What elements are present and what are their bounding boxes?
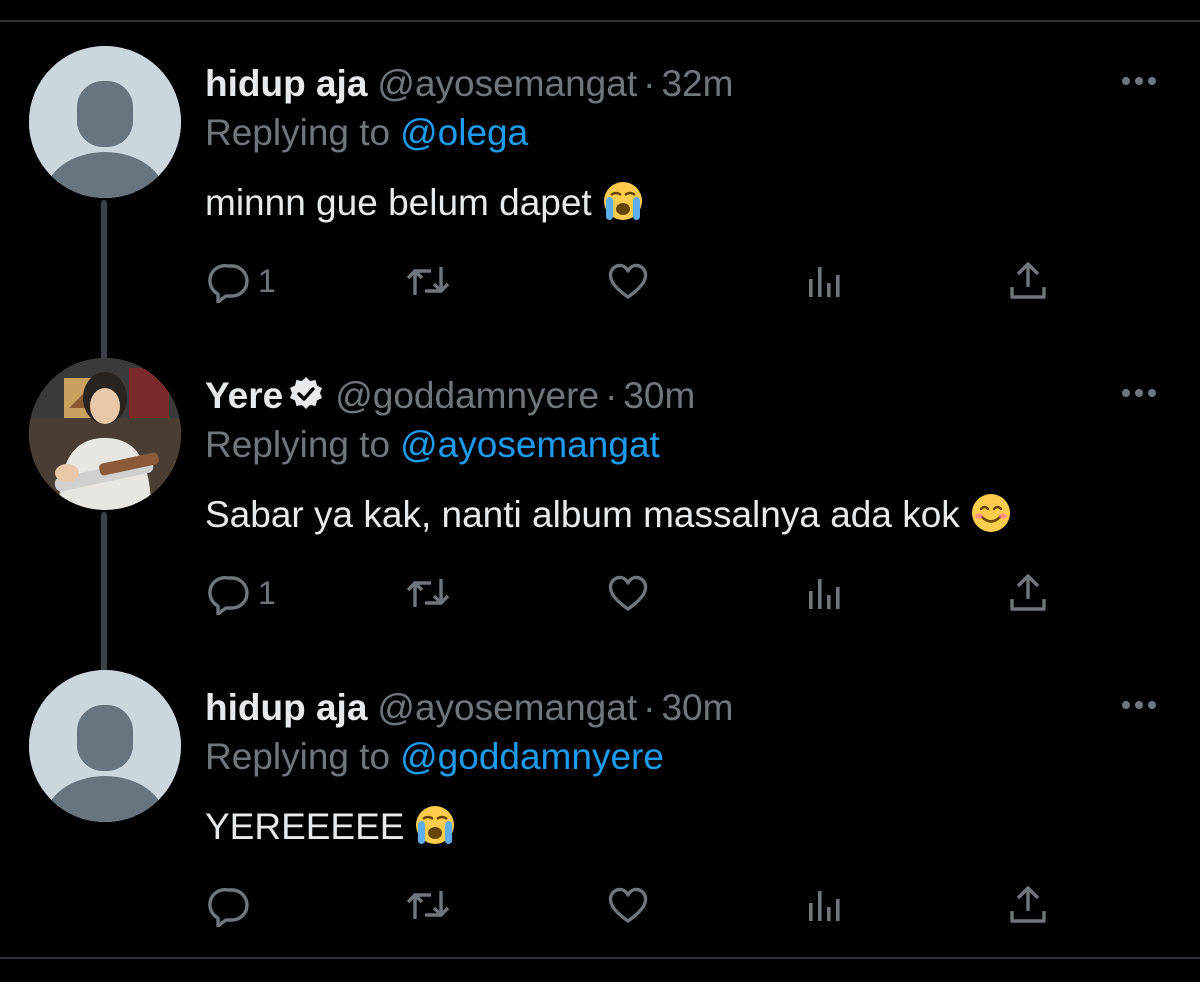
- default-avatar-icon: [29, 670, 181, 822]
- retweet-icon: [406, 891, 450, 919]
- verified-badge-icon: [287, 375, 325, 424]
- replying-to-label: Replying to: [205, 424, 391, 465]
- tweet-header: hidup aja @ayosemangat · 32m: [205, 61, 733, 107]
- heart-icon: [608, 887, 648, 923]
- bottom-divider: [0, 957, 1200, 959]
- tweet-text-content: YEREEEEE: [205, 806, 405, 847]
- more-dots-icon[interactable]: [1118, 68, 1160, 94]
- replying-to-handle[interactable]: @goddamnyere: [400, 736, 664, 777]
- share-upload-icon: [1010, 262, 1046, 299]
- tweet-text: Sabar ya kak, nanti album massalnya ada …: [205, 492, 1012, 545]
- retweet-icon: [406, 579, 450, 607]
- retweet-icon: [406, 267, 450, 295]
- views-button[interactable]: [806, 568, 846, 618]
- more-dots-icon[interactable]: [1118, 692, 1160, 718]
- views-button[interactable]: [806, 880, 846, 930]
- tweet-actions: [0, 880, 1200, 930]
- like-button[interactable]: [606, 880, 650, 930]
- loudly-crying-face-icon: [602, 180, 644, 233]
- replying-to-handle[interactable]: @ayosemangat: [400, 424, 660, 465]
- separator-dot: ·: [643, 687, 656, 728]
- tweet-actions: 1: [0, 568, 1200, 618]
- avatar-default[interactable]: [29, 46, 181, 198]
- default-avatar-icon: [29, 46, 181, 198]
- retweet-button[interactable]: [404, 880, 452, 930]
- top-divider: [0, 20, 1200, 22]
- display-name[interactable]: Yere: [205, 375, 283, 416]
- reply-button[interactable]: 1: [208, 256, 276, 306]
- reply-button[interactable]: [208, 880, 258, 930]
- user-handle[interactable]: @ayosemangat: [377, 63, 637, 104]
- replying-to-label: Replying to: [205, 736, 391, 777]
- share-button[interactable]: [1006, 880, 1050, 930]
- reply-bubble-icon: [208, 887, 249, 927]
- views-button[interactable]: [806, 256, 846, 306]
- reply-button[interactable]: 1: [208, 568, 276, 618]
- separator-dot: ·: [605, 375, 618, 416]
- tweet-actions: 1: [0, 256, 1200, 306]
- views-bar-chart-icon: [809, 579, 840, 609]
- timestamp[interactable]: 30m: [661, 687, 733, 728]
- avatar-photo[interactable]: [29, 358, 181, 510]
- share-upload-icon: [1010, 574, 1046, 611]
- views-bar-chart-icon: [809, 891, 840, 921]
- display-name[interactable]: hidup aja: [205, 63, 367, 104]
- replying-to-handle[interactable]: @olega: [400, 112, 528, 153]
- replying-to-line: Replying to @goddamnyere: [205, 734, 664, 780]
- views-bar-chart-icon: [809, 267, 840, 297]
- replying-to-label: Replying to: [205, 112, 391, 153]
- timestamp[interactable]: 30m: [623, 375, 695, 416]
- share-button[interactable]: [1006, 256, 1050, 306]
- share-button[interactable]: [1006, 568, 1050, 618]
- reply-bubble-icon: [208, 575, 249, 615]
- reply-count: 1: [258, 263, 276, 299]
- retweet-button[interactable]: [404, 568, 452, 618]
- user-handle[interactable]: @ayosemangat: [377, 687, 637, 728]
- tweet-header: hidup aja @ayosemangat · 30m: [205, 685, 733, 731]
- tweet-text: YEREEEEE: [205, 804, 456, 857]
- reply-bubble-icon: [208, 263, 249, 303]
- heart-icon: [608, 263, 648, 299]
- retweet-button[interactable]: [404, 256, 452, 306]
- heart-icon: [608, 575, 648, 611]
- replying-to-line: Replying to @ayosemangat: [205, 422, 660, 468]
- loudly-crying-face-icon: [414, 804, 456, 857]
- photo-avatar-icon: [29, 358, 181, 510]
- display-name[interactable]: hidup aja: [205, 687, 367, 728]
- tweet-header: Yere @goddamnyere · 30m: [205, 373, 695, 424]
- tweet-text-content: Sabar ya kak, nanti album massalnya ada …: [205, 494, 960, 535]
- separator-dot: ·: [643, 63, 656, 104]
- smiling-face-icon: [970, 492, 1012, 545]
- more-dots-icon[interactable]: [1118, 380, 1160, 406]
- tweet[interactable]: hidup aja @ayosemangat · 30m Replying to @go…: [0, 670, 1200, 982]
- timestamp[interactable]: 32m: [661, 63, 733, 104]
- reply-count: 1: [258, 575, 276, 611]
- avatar-default[interactable]: [29, 670, 181, 822]
- tweet-text-content: minnn gue belum dapet: [205, 182, 592, 223]
- tweet[interactable]: Yere @goddamnyere · 30m Replying to @ayosem…: [0, 358, 1200, 670]
- tweet-text: minnn gue belum dapet: [205, 180, 644, 233]
- like-button[interactable]: [606, 568, 650, 618]
- tweet[interactable]: hidup aja @ayosemangat · 32m Replying to @ol…: [0, 46, 1200, 358]
- user-handle[interactable]: @goddamnyere: [335, 375, 599, 416]
- share-upload-icon: [1010, 886, 1046, 923]
- replying-to-line: Replying to @olega: [205, 110, 528, 156]
- like-button[interactable]: [606, 256, 650, 306]
